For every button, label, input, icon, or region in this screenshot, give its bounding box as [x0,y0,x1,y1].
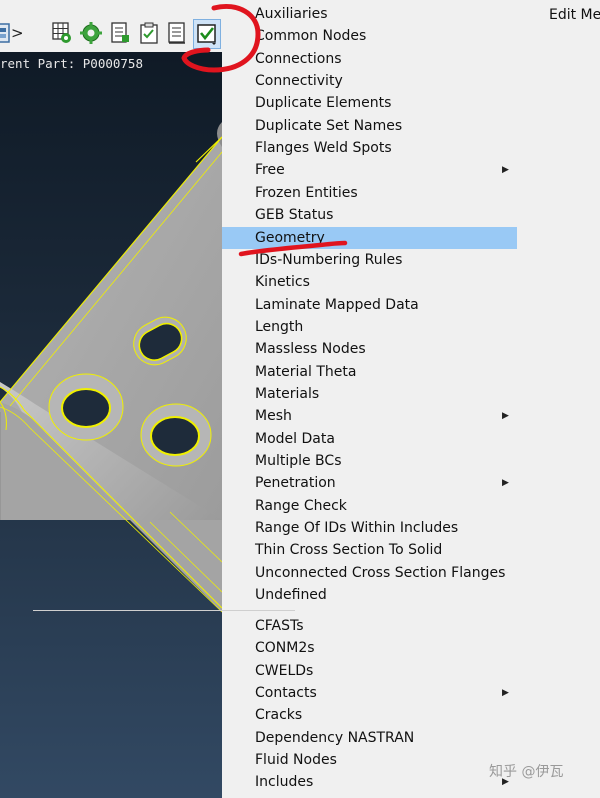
menu-separator [33,610,295,611]
menu-item-material-theta[interactable]: Material Theta [255,361,535,383]
grid-gear-icon[interactable] [51,21,73,45]
menu-item-cwelds[interactable]: CWELDs [255,660,535,682]
menu-item-length[interactable]: Length [255,316,535,338]
submenu-arrow-icon: ▶ [502,478,509,489]
menu-item-dependency-nastran[interactable]: Dependency NASTRAN [255,727,535,749]
submenu-arrow-icon: ▶ [502,411,509,422]
submenu-arrow-icon: ▶ [502,688,509,699]
menu-item-laminate-mapped-data[interactable]: Laminate Mapped Data [255,294,535,316]
menu-item-duplicate-set-names[interactable]: Duplicate Set Names [255,115,535,137]
round-hole-right [140,403,212,467]
part-geometry [0,122,222,613]
menu-item-multiple-bcs[interactable]: Multiple BCs [255,450,535,472]
menu-item-geometry[interactable]: Geometry [222,226,517,249]
menu-item-massless-nodes[interactable]: Massless Nodes [255,338,535,360]
menu-item-undefined[interactable]: Undefined [255,584,535,606]
menu-item-ids-numbering-rules[interactable]: IDs-Numbering Rules [255,249,535,271]
menu-item-connectivity[interactable]: Connectivity [255,70,535,92]
menu-item-penetration[interactable]: Penetration [255,472,535,494]
menu-item-free[interactable]: Free [255,159,535,181]
menu-item-conm2s[interactable]: CONM2s [255,637,535,659]
submenu-arrow-icon: ▶ [502,165,509,176]
menu-item-duplicate-elements[interactable]: Duplicate Elements [255,92,535,114]
menu-item-cfasts[interactable]: CFASTs [255,615,535,637]
menu-item-unconnected-cross-section-flanges[interactable]: Unconnected Cross Section Flanges [255,562,535,584]
clipboard-check-icon[interactable] [138,21,160,45]
menu-item-frozen-entities[interactable]: Frozen Entities [255,182,535,204]
menu-item-cracks[interactable]: Cracks [255,704,535,726]
panel-icon[interactable] [0,21,11,45]
watermark: 知乎 @伊瓦 [489,764,564,780]
edit-menu-label[interactable]: Edit Me [549,4,600,26]
menu-item-kinetics[interactable]: Kinetics [255,271,535,293]
doc-lines-icon[interactable] [166,21,188,45]
checkbox-tool-button[interactable] [193,19,221,49]
menu-item-materials[interactable]: Materials [255,383,535,405]
menu-item-model-data[interactable]: Model Data [255,428,535,450]
menu-item-connections[interactable]: Connections [255,48,535,70]
model-viewport[interactable]: rent Part: P0000758 [0,52,222,798]
doc-list-icon[interactable] [109,21,131,45]
toolbar: > [0,0,222,52]
menu-item-contacts[interactable]: Contacts [255,682,535,704]
menu-item-flanges-weld-spots[interactable]: Flanges Weld Spots [255,137,535,159]
menu-item-mesh[interactable]: Mesh [255,405,535,427]
checkbox-checked-icon [197,23,217,49]
menu-item-auxiliaries[interactable]: Auxiliaries [255,3,535,25]
round-hole-left [48,373,124,441]
menu-item-common-nodes[interactable]: Common Nodes [255,25,535,47]
menu-item-geb-status[interactable]: GEB Status [255,204,535,226]
gear-green-icon[interactable] [80,21,102,45]
menu-item-thin-cross-section-to-solid[interactable]: Thin Cross Section To Solid [255,539,535,561]
menu-item-range-check[interactable]: Range Check [255,495,535,517]
menu-item-range-of-ids-within-includes[interactable]: Range Of IDs Within Includes [255,517,535,539]
chevron-right-icon[interactable]: > [11,22,24,44]
